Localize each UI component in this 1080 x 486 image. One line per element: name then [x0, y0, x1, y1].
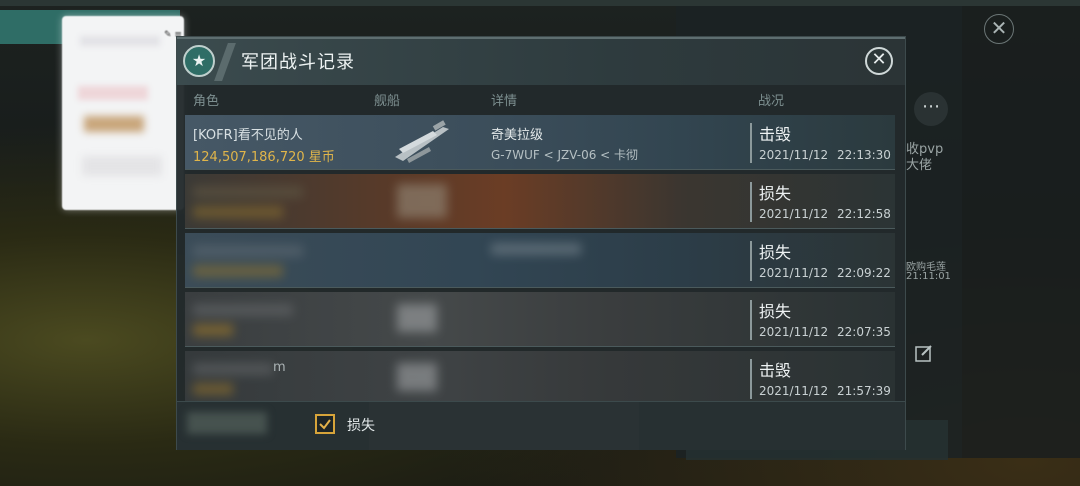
record-time: 22:07:35: [837, 325, 891, 339]
blurred-footer-content: [187, 412, 267, 434]
record-row[interactable]: 损失 2021/11/12 22:07:35: [185, 292, 895, 347]
battle-record-dialog: ★ 军团战斗记录 ✕ 角色 舰船 详情 战况 [KOFR]看不见的人 124,5…: [176, 36, 906, 450]
column-ship: 舰船: [374, 94, 401, 109]
column-status: 战况: [758, 94, 785, 109]
background-text: 大佬: [906, 158, 933, 173]
status-label: 损失: [759, 184, 792, 203]
status-label: 击毁: [759, 361, 792, 380]
column-headers: 角色 舰船 详情 战况: [177, 87, 905, 111]
record-row[interactable]: 损失 2021/11/12 22:12:58: [185, 174, 895, 229]
record-list: [KOFR]看不见的人 124,507,186,720 星币 奇美拉级 G-7W…: [185, 115, 895, 410]
ship-icon: [395, 120, 449, 163]
record-time: 22:13:30: [837, 148, 891, 162]
role-name: m: [273, 360, 286, 375]
footer-overlay: [369, 402, 639, 450]
more-options-icon[interactable]: ⋯: [914, 92, 948, 126]
loss-filter-label[interactable]: 损失: [347, 415, 375, 435]
record-time: 22:09:22: [837, 266, 891, 280]
record-row[interactable]: [KOFR]看不见的人 124,507,186,720 星币 奇美拉级 G-7W…: [185, 115, 895, 170]
blurred-popup: ✎ ≡: [62, 16, 184, 210]
record-row[interactable]: m 击毁 2021/11/12 21:57:39: [185, 351, 895, 406]
background-close-icon[interactable]: ✕: [984, 14, 1014, 44]
status-divider: [750, 359, 752, 399]
column-role: 角色: [193, 94, 220, 109]
record-date: 2021/11/12: [759, 207, 829, 221]
loss-filter-checkbox[interactable]: [315, 414, 335, 434]
record-time: 21:57:39: [837, 384, 891, 398]
record-time: 22:12:58: [837, 207, 891, 221]
edit-icon[interactable]: [914, 343, 934, 363]
status-divider: [750, 241, 752, 281]
ship-class: 奇美拉级: [491, 128, 544, 143]
record-date: 2021/11/12: [759, 266, 829, 280]
background-side-panel: [962, 6, 1080, 458]
record-date: 2021/11/12: [759, 148, 829, 162]
role-name: [KOFR]看不见的人: [193, 128, 303, 143]
record-date: 2021/11/12: [759, 384, 829, 398]
legion-emblem-icon: ★: [183, 45, 215, 77]
close-button[interactable]: ✕: [865, 47, 893, 75]
status-divider: [750, 300, 752, 340]
role-value: 124,507,186,720 星币: [193, 150, 335, 165]
location-route: G-7WUF < JZV-06 < 卡彻: [491, 148, 639, 162]
record-row[interactable]: 损失 2021/11/12 22:09:22: [185, 233, 895, 288]
record-date: 2021/11/12: [759, 325, 829, 339]
status-label: 损失: [759, 302, 792, 321]
status-label: 损失: [759, 243, 792, 262]
column-detail: 详情: [491, 94, 518, 109]
dialog-footer: 损失: [177, 401, 905, 450]
dialog-header: ★ 军团战斗记录 ✕: [177, 37, 905, 85]
background-text: 21:11:01: [906, 271, 951, 282]
status-divider: [750, 182, 752, 222]
header-divider: [214, 43, 236, 81]
dialog-title: 军团战斗记录: [241, 52, 355, 73]
checkmark-icon: [319, 419, 331, 430]
status-divider: [750, 123, 752, 163]
status-label: 击毁: [759, 125, 792, 144]
